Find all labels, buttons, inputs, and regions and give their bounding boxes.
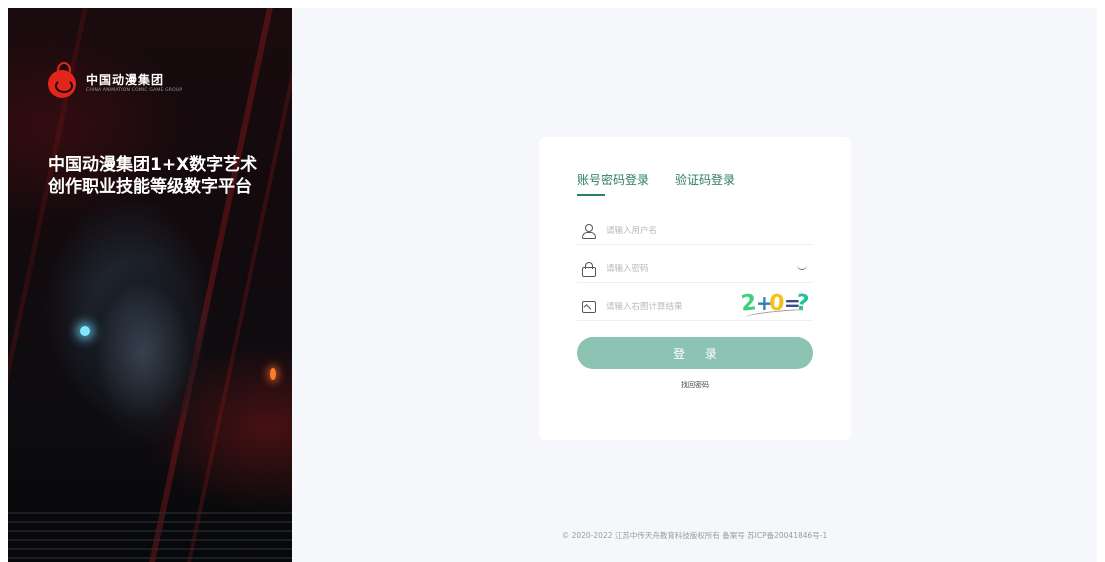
eye-closed-icon[interactable] [797,264,807,270]
hero-panel: 中国动漫集团 CHINA ANIMATION COMIC GAME GROUP … [8,8,292,562]
captcha-image[interactable]: 2 + 0 = ? [739,289,810,321]
logo-name-cn: 中国动漫集团 [86,73,165,87]
login-button[interactable]: 登 录 [577,337,813,369]
password-input[interactable] [606,263,756,274]
user-icon [581,223,597,239]
login-area: 账号密码登录 验证码登录 2 + 0 = ? [292,8,1097,562]
logo-name-en: CHINA ANIMATION COMIC GAME GROUP [86,88,183,93]
forgot-password-link[interactable]: 找回密码 [539,380,851,390]
login-tabs: 账号密码登录 验证码登录 [577,171,761,196]
hero-character-art [48,233,238,483]
username-input[interactable] [606,225,756,236]
image-icon [581,299,597,315]
login-page: 中国动漫集团 CHINA ANIMATION COMIC GAME GROUP … [8,8,1097,562]
tab-code-login[interactable]: 验证码登录 [675,171,735,196]
lock-icon [581,261,597,277]
brand-logo: 中国动漫集团 CHINA ANIMATION COMIC GAME GROUP [48,62,182,98]
hero-title: 中国动漫集团1+X数字艺术创作职业技能等级数字平台 [48,155,258,197]
hero-glow [80,326,90,336]
captcha-field: 2 + 0 = ? [577,290,813,321]
hero-ember [270,368,276,380]
logo-text: 中国动漫集团 CHINA ANIMATION COMIC GAME GROUP [86,73,182,95]
username-field [577,217,813,245]
captcha-input[interactable] [606,301,756,312]
password-field [577,255,813,283]
login-card: 账号密码登录 验证码登录 2 + 0 = ? [539,137,851,440]
logo-icon [48,62,76,98]
copyright-footer: © 2020-2022 江苏中传天舟教育科技版权所有 备案号 苏ICP备2004… [561,531,828,540]
hero-stairs [8,512,292,562]
tab-password-login[interactable]: 账号密码登录 [577,171,649,196]
